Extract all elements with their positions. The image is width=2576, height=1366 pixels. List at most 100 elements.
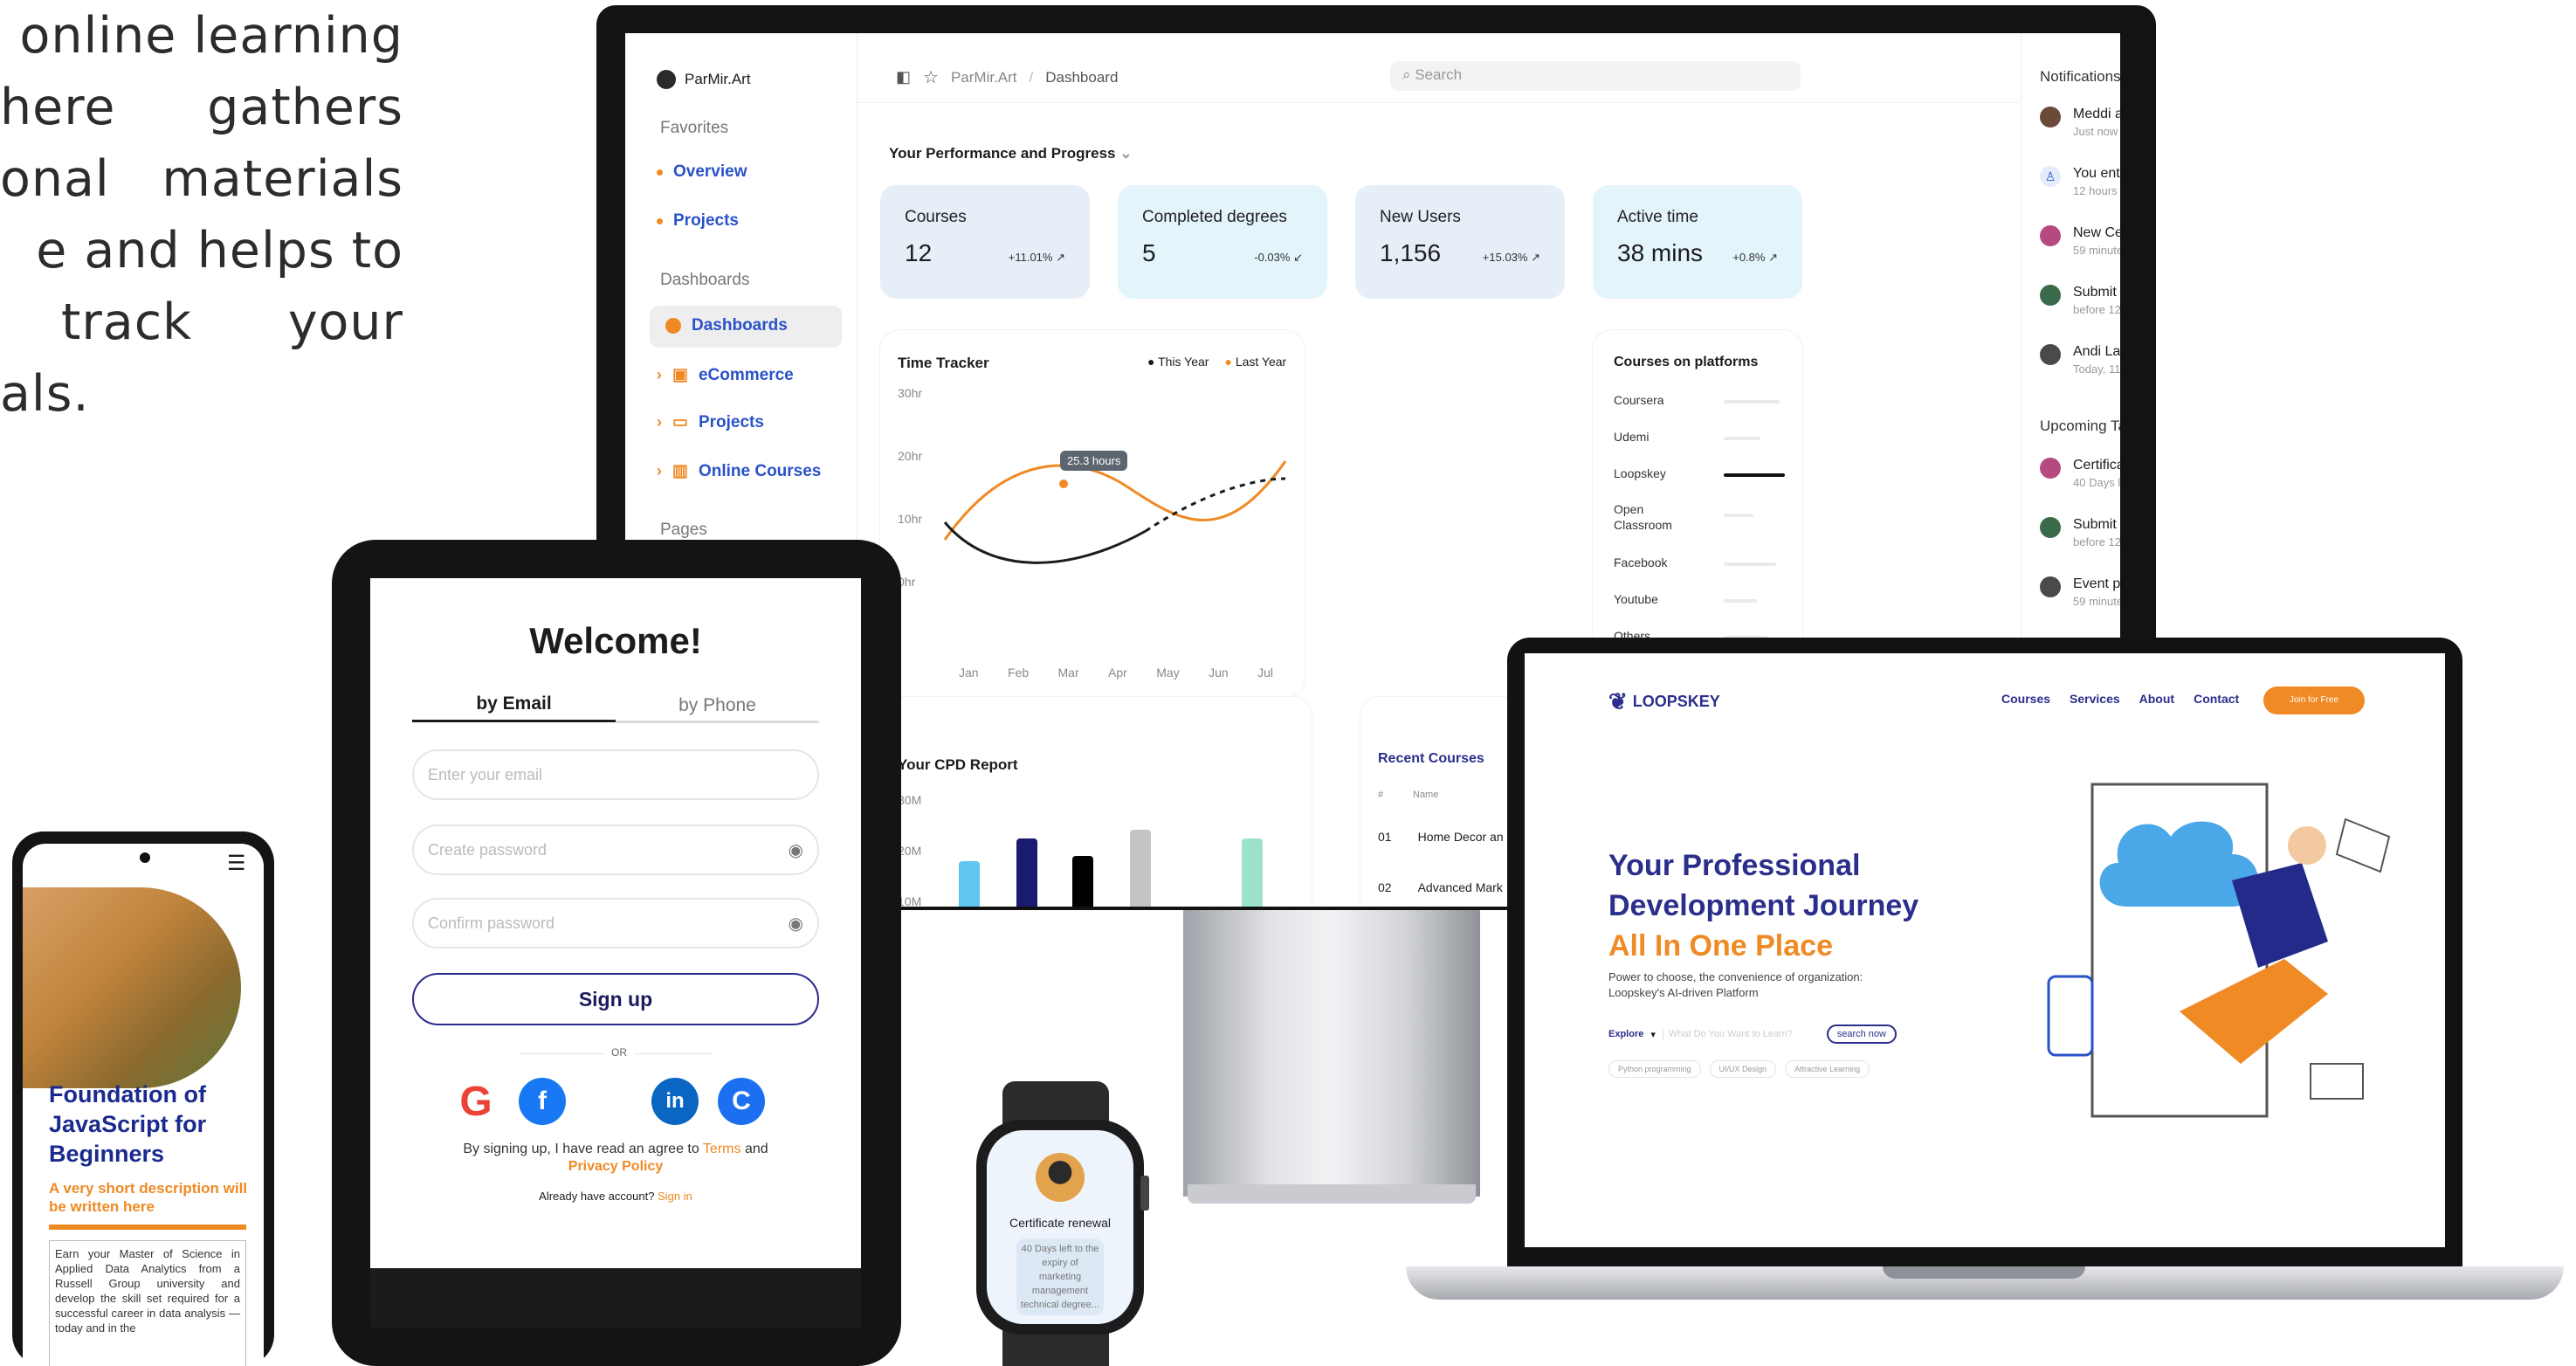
chip[interactable]: UI/UX Design	[1709, 1060, 1777, 1078]
confirm-password-field[interactable]: Confirm password ◉	[412, 898, 819, 949]
password-field[interactable]: Create password ◉	[412, 824, 819, 875]
signin-link[interactable]: Sign in	[658, 1190, 692, 1203]
notifications-title: Notifications	[2040, 68, 2120, 85]
platform-bar	[1724, 599, 1757, 603]
nav-about[interactable]: About	[2139, 692, 2174, 706]
legend-last-year: ● Last Year	[1224, 355, 1287, 369]
notification-item[interactable]: ♙ You entered a meeting. 12 hours ago	[2040, 166, 2120, 197]
star-icon[interactable]: ☆	[923, 66, 939, 88]
terms-prefix: By signing up, I have read an agree to	[463, 1142, 699, 1156]
suggestion-chips: Python programming UI/UX Design Attracti…	[1608, 1060, 1870, 1078]
tablet-bottom-bar	[370, 1268, 861, 1328]
dashboards-heading: Dashboards	[660, 271, 750, 289]
notification-item[interactable]: Andi Lane subscribed to you. Today, 11:59…	[2040, 344, 2120, 376]
nav-services[interactable]: Services	[2070, 692, 2120, 706]
breadcrumb-item[interactable]: ParMir.Art	[951, 69, 1017, 86]
nav-courses[interactable]: Courses	[2001, 692, 2050, 706]
linkedin-icon[interactable]: in	[651, 1078, 699, 1125]
notification-item[interactable]: Submit German homework before 12th Nov.	[2040, 285, 2120, 316]
kpi-label: Completed degrees	[1142, 208, 1287, 226]
breadcrumb: ◧ ☆ ParMir.Art / Dashboard	[896, 66, 1118, 88]
sidebar-item-projects[interactable]: › ▭ Projects	[657, 412, 764, 432]
course-title: Foundation of JavaScript for Beginners	[49, 1081, 207, 1167]
intro-line: online learning	[19, 7, 403, 65]
nav-contact[interactable]: Contact	[2194, 692, 2239, 706]
trend-up-icon: ↗	[1056, 251, 1065, 264]
table-header: Name	[1413, 790, 1439, 800]
platform-bar	[1724, 437, 1760, 440]
signup-screen: Welcome! by Email by Phone Enter your em…	[370, 578, 861, 1268]
person-legs	[2180, 959, 2328, 1064]
trend-up-icon: ↗	[1531, 251, 1540, 264]
email-placeholder: Enter your email	[428, 765, 543, 783]
password-placeholder: Create password	[428, 840, 548, 859]
monitor-stand	[1183, 908, 1480, 1197]
menu-icon[interactable]: ☰	[227, 851, 246, 876]
avatar	[1036, 1153, 1085, 1202]
hero-search-input[interactable]: What Do You Want to Learn?	[1662, 1029, 1820, 1039]
signup-button[interactable]: Sign up	[412, 973, 819, 1025]
notification-item[interactable]: Meddi added a note to your... Just now	[2040, 107, 2120, 138]
eye-icon[interactable]: ◉	[789, 913, 803, 935]
tooltip-point	[1059, 479, 1068, 488]
facebook-icon[interactable]: f	[519, 1078, 566, 1125]
kpi-card-degrees: Completed degrees 5 -0.03% ↙	[1118, 185, 1327, 299]
kpi-change-text: +15.03%	[1482, 251, 1528, 264]
platform-label: Udemi	[1614, 430, 1650, 444]
user-icon: ♙	[2040, 166, 2061, 187]
task-item[interactable]: Submit German homework before 12th Nov.	[2040, 517, 2120, 548]
avatar	[2040, 344, 2061, 365]
sidebar-item-projects-fav[interactable]: Projects	[657, 211, 739, 231]
time-tracker-card: Time Tracker ● This Year ● Last Year 30h…	[880, 330, 1305, 697]
search-now-button[interactable]: search now	[1826, 1024, 1897, 1044]
platform-bar	[1724, 514, 1753, 517]
notification-item[interactable]: New Certificate registered. 59 minutes ag…	[2040, 225, 2120, 257]
sidebar-item-dashboards[interactable]: Dashboards	[665, 316, 788, 335]
sidebar-toggle-icon[interactable]: ◧	[896, 68, 911, 86]
coursera-icon[interactable]: C	[718, 1078, 765, 1125]
kpi-label: Active time	[1617, 208, 1698, 226]
chip[interactable]: Python programming	[1608, 1060, 1701, 1078]
join-button[interactable]: Join for Free	[2263, 686, 2365, 714]
have-account-text: Already have account?	[539, 1190, 655, 1203]
book-icon: ▥	[672, 462, 688, 480]
sidebar-item-overview[interactable]: Overview	[657, 162, 747, 182]
watch-crown[interactable]	[1140, 1176, 1149, 1211]
legend-label: This Year	[1158, 355, 1209, 369]
apple-icon[interactable]	[585, 1078, 632, 1125]
google-icon[interactable]: G	[452, 1078, 499, 1125]
hero-subtitle: Power to choose, the convenience of orga…	[1608, 970, 1863, 999]
hero-line: Development Journey	[1608, 889, 1919, 922]
user-profile[interactable]: ParMir.Art	[657, 70, 751, 89]
sidebar-item-ecommerce[interactable]: › ▣ eCommerce	[657, 365, 794, 385]
task-time: 59 minutes later	[2073, 595, 2120, 608]
table-row[interactable]: 02 Advanced Mark	[1378, 880, 1503, 894]
hero-search: Explore ▾ What Do You Want to Learn? sear…	[1608, 1020, 1897, 1048]
task-item[interactable]: Certificate renewal 40 Days left to the e…	[2040, 458, 2120, 489]
legend-label: Last Year	[1235, 355, 1287, 369]
tab-email[interactable]: by Email	[412, 693, 616, 722]
task-item[interactable]: Event planning seminar 59 minutes later	[2040, 576, 2120, 608]
x-tick: Mar	[1057, 666, 1079, 680]
table-row[interactable]: 01 Home Decor an	[1378, 830, 1504, 844]
chip[interactable]: Attractive Learning	[1785, 1060, 1870, 1078]
breadcrumb-item[interactable]: Dashboard	[1045, 69, 1118, 86]
email-field[interactable]: Enter your email	[412, 749, 819, 800]
search-input[interactable]: ⌕ Search	[1390, 61, 1801, 91]
explore-dropdown[interactable]: Explore	[1608, 1029, 1643, 1039]
hero-illustration	[2047, 783, 2391, 1118]
row-number: 01	[1378, 830, 1392, 844]
brand-logo[interactable]: ❦ LOOPSKEY	[1608, 688, 1720, 715]
performance-title[interactable]: Your Performance and Progress ⌄	[889, 145, 1132, 162]
sidebar-item-online-courses[interactable]: › ▥ Online Courses	[657, 461, 821, 481]
intro-line: here gathers	[0, 72, 403, 143]
terms-link[interactable]: Terms	[703, 1142, 741, 1156]
eye-icon[interactable]: ◉	[789, 839, 803, 861]
notification-text: Meddi added a note to your...	[2073, 107, 2120, 121]
tab-phone[interactable]: by Phone	[616, 695, 819, 723]
avatar	[2040, 576, 2061, 597]
kpi-value-row: 5 -0.03% ↙	[1142, 239, 1303, 267]
logo-icon: ❦	[1608, 688, 1628, 714]
privacy-link[interactable]: Privacy Policy	[568, 1159, 664, 1174]
y-tick: 10M	[898, 894, 922, 907]
